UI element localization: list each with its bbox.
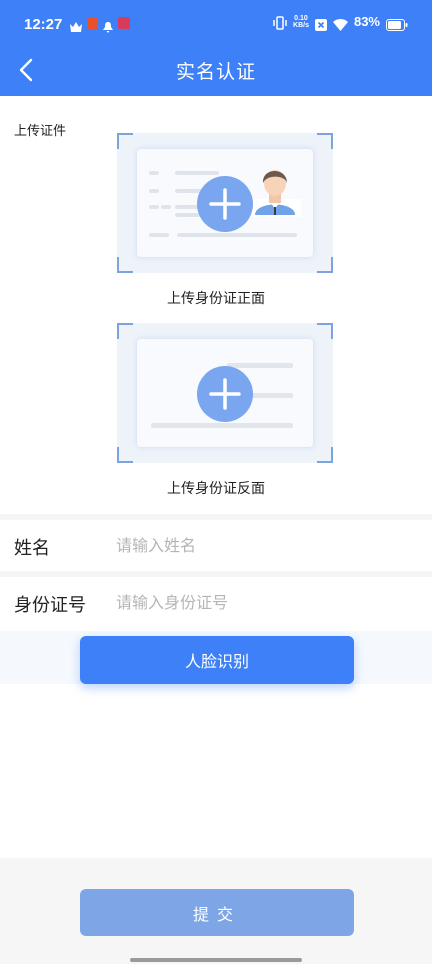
plus-icon bbox=[197, 176, 253, 232]
face-recognition-button[interactable]: 人脸识别 bbox=[80, 636, 354, 684]
name-label: 姓名 bbox=[14, 538, 50, 559]
id-front-caption: 上传身份证正面 bbox=[167, 291, 265, 307]
status-bar: 12:27 0.10 KB/s 83% bbox=[0, 0, 432, 50]
notification-icons bbox=[70, 17, 130, 33]
name-field-row: 姓名 bbox=[0, 520, 432, 570]
wifi-icon bbox=[332, 16, 348, 31]
id-number-label: 身份证号 bbox=[14, 595, 86, 616]
vibrate-icon bbox=[273, 15, 287, 30]
submit-button[interactable]: 提交 bbox=[80, 889, 354, 936]
bell-icon bbox=[103, 18, 113, 33]
no-sim-icon bbox=[314, 16, 327, 31]
upload-id-back-button[interactable] bbox=[117, 323, 333, 463]
battery-percentage: 83% bbox=[353, 14, 380, 29]
home-indicator bbox=[130, 958, 302, 962]
status-time: 12:27 bbox=[24, 16, 63, 33]
id-number-input[interactable] bbox=[116, 589, 416, 615]
network-speed-unit: KB/s bbox=[293, 21, 309, 29]
name-input[interactable] bbox=[116, 532, 416, 558]
battery-icon bbox=[386, 16, 408, 31]
app-notification-icon bbox=[118, 17, 130, 29]
id-back-caption: 上传身份证反面 bbox=[167, 481, 265, 497]
page-title: 实名认证 bbox=[175, 61, 256, 83]
app-notification-icon bbox=[87, 17, 98, 29]
upload-section-label: 上传证件 bbox=[14, 124, 67, 139]
nav-bar: 实名认证 bbox=[0, 50, 432, 90]
plus-icon bbox=[197, 366, 253, 422]
app-header: 12:27 0.10 KB/s 83% 实名认证 bbox=[0, 0, 432, 96]
network-speed-value: 0.10 bbox=[294, 14, 308, 22]
upload-id-front-button[interactable] bbox=[117, 133, 333, 273]
id-number-field-row: 身份证号 bbox=[0, 577, 432, 627]
network-speed: 0.10 KB/s bbox=[293, 15, 309, 29]
system-icons: 0.10 KB/s 83% bbox=[273, 14, 408, 31]
crown-icon bbox=[70, 18, 82, 32]
